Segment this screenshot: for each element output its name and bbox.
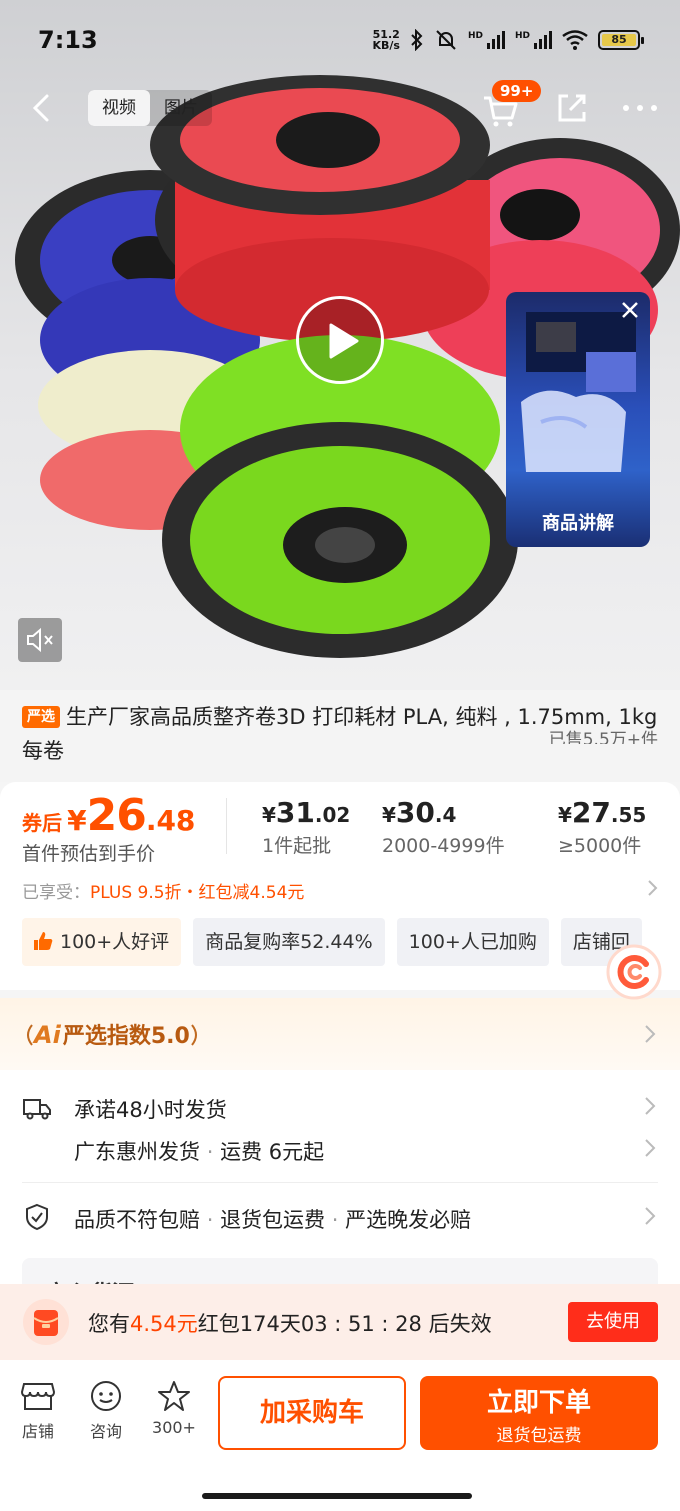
- use-red-packet-button[interactable]: 去使用: [568, 1302, 658, 1342]
- laurel-left-icon: [27, 1024, 33, 1046]
- mute-bell-icon: [436, 30, 456, 50]
- chip-added-cart[interactable]: 100+人已加购: [396, 918, 549, 966]
- delivery-truck-icon: [23, 1099, 51, 1120]
- tab-images[interactable]: 图片: [150, 90, 212, 126]
- store-icon: [20, 1383, 56, 1410]
- ai-index-row[interactable]: Ai严选指数5.0: [0, 998, 680, 1070]
- divider: [22, 1182, 658, 1183]
- status-time: 7:13: [38, 26, 98, 54]
- share-icon[interactable]: [552, 88, 592, 128]
- consult-button[interactable]: 咨询: [74, 1380, 138, 1442]
- red-packet-text: 您有4.54元红包174天03 : 51 : 28 后失效: [88, 1312, 492, 1336]
- cart-badge: 99+: [492, 80, 542, 102]
- favorite-button[interactable]: 300+: [142, 1380, 206, 1437]
- divider: [226, 798, 227, 854]
- guarantee-row[interactable]: 品质不符包赔 · 退货包运费 · 严选晚发必赔: [74, 1204, 471, 1234]
- product-media-area[interactable]: 7:13 51.2 KB/s HD HD 85 视频 图片 99+ 商品讲解: [0, 0, 680, 690]
- floating-coupon-icon[interactable]: [606, 944, 662, 1000]
- product-title-block: 严选 生产厂家高品质整齐卷3D 打印耗材 PLA, 纯料 , 1.75mm, 1k…: [0, 690, 680, 782]
- thumbs-up-icon: [34, 932, 53, 950]
- home-indicator[interactable]: [202, 1493, 472, 1499]
- speaker-muted-icon: [27, 627, 53, 653]
- laurel-right-icon: [190, 1024, 197, 1046]
- chip-repurchase[interactable]: 商品复购率52.44%: [193, 918, 385, 966]
- price-card: 券后 ¥26.48 首件预估到手价 ¥31.02 1件起批 ¥30.4 2000…: [0, 782, 680, 990]
- price-tier-3: ¥27.55 ≥5000件: [558, 796, 647, 857]
- ship-origin-row[interactable]: 广东惠州发货 · 运费 6元起: [74, 1136, 324, 1166]
- media-tab-switch: 视频 图片: [88, 90, 212, 126]
- price-tier-1: ¥31.02 1件起批: [262, 796, 351, 857]
- sold-count: 已售5.5万+件: [540, 730, 658, 744]
- printer-video-thumb: [521, 312, 636, 472]
- chip-reviews[interactable]: 100+人好评: [22, 918, 182, 966]
- chevron-right-icon[interactable]: [646, 878, 660, 898]
- bottom-action-bar: 店铺 咨询 300+ 加采购车 立即下单 退货包运费: [0, 1360, 680, 1511]
- tab-video[interactable]: 视频: [88, 90, 150, 126]
- chevron-right-icon[interactable]: [644, 1206, 656, 1226]
- chevron-right-icon[interactable]: [644, 1138, 656, 1158]
- status-icons: 51.2 KB/s HD HD 85: [372, 24, 644, 56]
- price-tier-2: ¥30.4 2000-4999件: [382, 796, 505, 857]
- wifi-icon: [562, 30, 588, 50]
- popup-label: 商品讲解: [542, 513, 614, 534]
- chevron-right-icon: [645, 1025, 656, 1043]
- close-icon[interactable]: [618, 298, 642, 322]
- status-bar: 7:13 51.2 KB/s HD HD 85: [0, 0, 680, 80]
- mute-button[interactable]: [18, 618, 62, 662]
- star-icon: [158, 1381, 190, 1411]
- store-button[interactable]: 店铺: [6, 1380, 70, 1442]
- highlight-chips: 100+人好评 商品复购率52.44% 100+人已加购 店铺回: [22, 918, 642, 966]
- chat-face-icon: [91, 1381, 121, 1411]
- ai-index-text: Ai严选指数5.0: [22, 1018, 202, 1050]
- add-to-cart-button[interactable]: 加采购车: [218, 1376, 406, 1450]
- net-speed: 51.2 KB/s: [372, 28, 400, 52]
- main-price: 券后 ¥26.48 首件预估到手价: [22, 790, 196, 865]
- play-button[interactable]: [296, 296, 384, 384]
- red-packet-bar: 您有4.54元红包174天03 : 51 : 28 后失效 去使用: [0, 1284, 680, 1360]
- back-arrow-icon[interactable]: [22, 88, 62, 128]
- product-explain-video[interactable]: 商品讲解: [506, 292, 650, 547]
- play-icon: [329, 323, 359, 359]
- ship-promise[interactable]: 承诺48小时发货: [74, 1094, 227, 1124]
- battery-icon: 85: [598, 30, 644, 50]
- signal-icon: HD: [468, 31, 505, 49]
- red-packet-icon: [23, 1299, 69, 1345]
- buy-now-button[interactable]: 立即下单 退货包运费: [420, 1376, 658, 1450]
- chevron-right-icon[interactable]: [644, 1096, 656, 1116]
- bluetooth-icon: [411, 29, 423, 51]
- yanxuan-tag: 严选: [22, 706, 60, 728]
- shield-check-icon: [26, 1203, 48, 1231]
- discount-info[interactable]: 已享受：PLUS 9.5折・红包减4.54元: [22, 878, 304, 903]
- signal-icon: HD: [515, 31, 552, 49]
- more-icon[interactable]: [618, 88, 662, 128]
